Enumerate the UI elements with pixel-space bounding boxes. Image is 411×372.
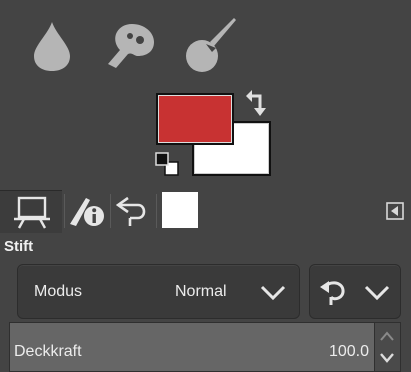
reset-options-combo[interactable] [309, 264, 401, 319]
mode-combo[interactable]: Modus Normal [17, 264, 300, 319]
tab-separator [64, 194, 65, 228]
dock-tab-bar [0, 190, 411, 234]
default-colors-icon[interactable] [155, 152, 179, 176]
tab-pointer-info[interactable] [66, 190, 108, 232]
mode-value: Normal [175, 283, 227, 300]
smudge-tool-icon[interactable] [104, 22, 156, 70]
paintbrush-tool-icon[interactable] [184, 18, 240, 72]
opacity-label: Deckkraft [14, 343, 82, 360]
undo-history-icon [116, 196, 146, 226]
tab-separator [156, 194, 157, 228]
chevron-down-icon [364, 285, 390, 301]
dock-menu-icon[interactable] [386, 202, 404, 220]
opacity-value: 100.0 [328, 343, 369, 360]
foreground-color-inner [158, 95, 232, 143]
swap-colors-icon[interactable] [246, 90, 272, 118]
ink-tool-icon[interactable] [30, 20, 74, 72]
pointer-info-icon [70, 198, 104, 226]
tool-options-icon [14, 196, 50, 229]
tab-separator [110, 194, 111, 228]
tab-undo-history[interactable] [112, 190, 154, 232]
tab-tool-options[interactable] [0, 190, 62, 233]
image-thumbnail [162, 192, 198, 228]
opacity-spin-buttons[interactable] [375, 322, 401, 372]
foreground-color-swatch[interactable] [156, 93, 234, 145]
spin-down-icon[interactable] [380, 353, 394, 363]
spin-up-icon[interactable] [380, 331, 394, 341]
chevron-down-icon [260, 285, 286, 301]
reset-icon [320, 281, 345, 305]
tool-title: Stift [4, 238, 34, 255]
tab-images[interactable] [158, 190, 204, 232]
mode-label: Modus [34, 283, 83, 300]
